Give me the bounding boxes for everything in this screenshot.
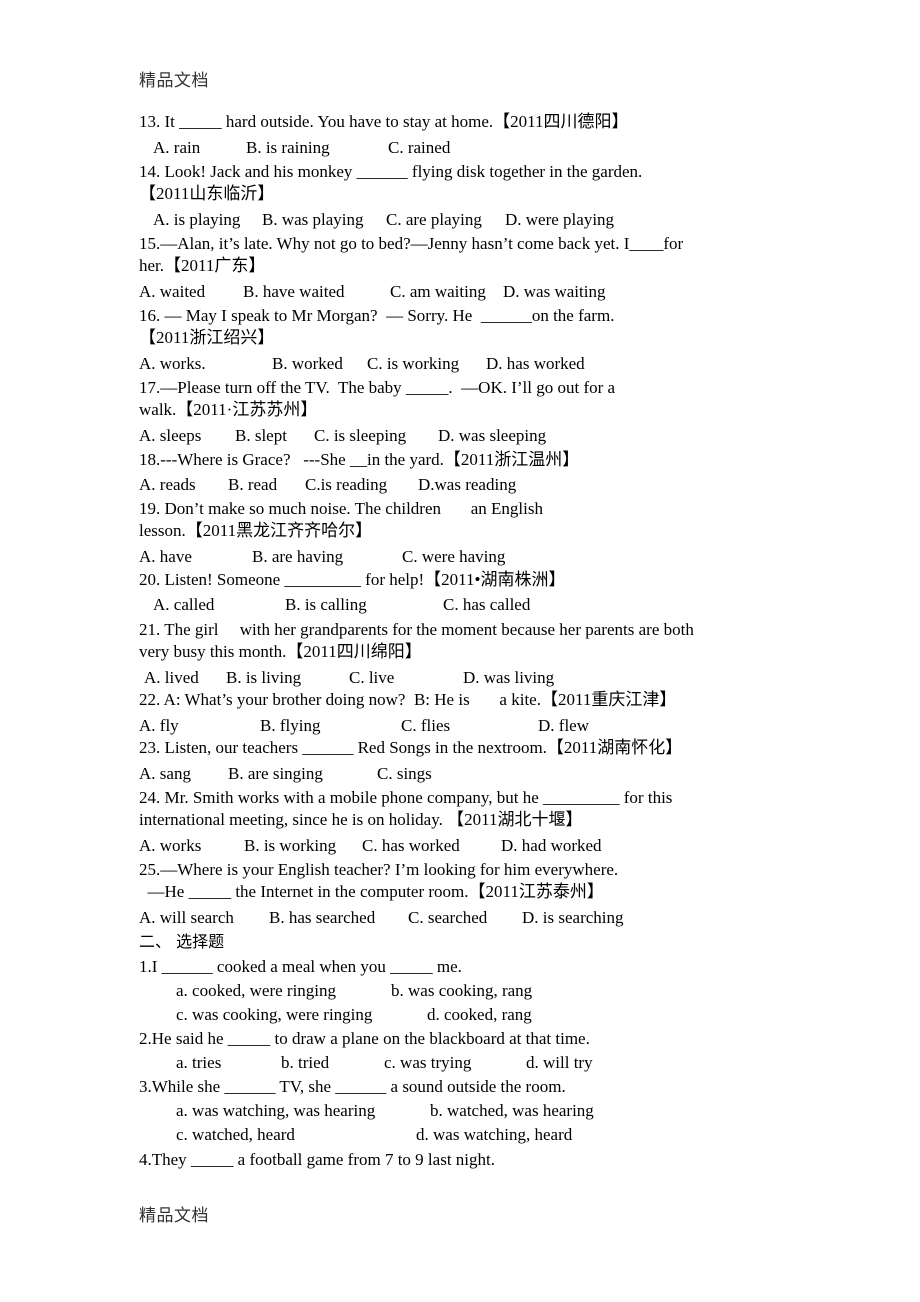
answer-option: A. called [153, 595, 215, 614]
answer-option: d. was watching, heard [416, 1125, 573, 1144]
answer-option: B. slept [235, 426, 287, 445]
question-stem: —He _____ the Internet in the computer r… [139, 882, 604, 901]
answer-option: A. fly [139, 716, 179, 735]
answer-option: C. am waiting [390, 282, 486, 301]
answer-option: A. waited [139, 282, 206, 301]
question-stem: 19. Don’t make so much noise. The childr… [139, 499, 543, 518]
section-title: 二、 选择题 [139, 932, 225, 951]
question-stem: 【2011浙江绍兴】 [139, 328, 275, 347]
answer-option: B. are singing [228, 764, 323, 783]
answer-option: A. have [139, 547, 192, 566]
question-stem: walk.【2011·江苏苏州】 [139, 400, 318, 419]
question-stem: lesson.【2011黑龙江齐齐哈尔】 [139, 521, 373, 540]
question-stem: 1.I ______ cooked a meal when you _____ … [139, 957, 462, 976]
question-stem: 2.He said he _____ to draw a plane on th… [139, 1029, 590, 1048]
answer-option: C. live [349, 668, 395, 687]
answer-option: D. had worked [501, 836, 602, 855]
answer-option: B. is calling [285, 595, 367, 614]
answer-option: B. flying [260, 716, 321, 735]
answer-option: d. will try [526, 1053, 593, 1072]
question-stem: very busy this month.【2011四川绵阳】 [139, 642, 422, 661]
question-stem: 15.—Alan, it’s late. Why not go to bed?—… [139, 234, 684, 253]
question-stem: 18.---Where is Grace? ---She __in the ya… [139, 450, 580, 469]
question-stem: 16. — May I speak to Mr Morgan? — Sorry.… [139, 306, 615, 325]
answer-option: c. watched, heard [176, 1125, 295, 1144]
answer-option: C.is reading [305, 475, 388, 494]
answer-option: D. flew [538, 716, 589, 735]
answer-option: B. is raining [246, 138, 330, 157]
answer-option: A. works. [139, 354, 206, 373]
answer-option: B. worked [272, 354, 343, 373]
answer-option: a. cooked, were ringing [176, 981, 337, 1000]
answer-option: C. is sleeping [314, 426, 407, 445]
answer-option: D. was waiting [503, 282, 606, 301]
question-stem: 17.—Please turn off the TV. The baby ___… [139, 378, 616, 397]
question-stem: 14. Look! Jack and his monkey ______ fly… [139, 162, 643, 181]
answer-option: C. has called [443, 595, 531, 614]
answer-option: D.was reading [418, 475, 517, 494]
question-stem: 23. Listen, our teachers ______ Red Song… [139, 738, 683, 757]
answer-option: C. rained [388, 138, 451, 157]
answer-option: C. were having [402, 547, 506, 566]
question-stem: 22. A: What’s your brother doing now? B:… [139, 690, 677, 709]
answer-option: D. was sleeping [438, 426, 547, 445]
answer-option: b. was cooking, rang [391, 981, 533, 1000]
answer-option: A. sleeps [139, 426, 202, 445]
answer-option: C. is working [367, 354, 460, 373]
answer-option: C. flies [401, 716, 451, 735]
answer-option: D. has worked [486, 354, 585, 373]
answer-option: C. searched [408, 908, 488, 927]
answer-option: B. are having [252, 547, 344, 566]
answer-option: A. will search [139, 908, 234, 927]
header-watermark: 精品文档 [139, 71, 209, 91]
answer-option: A. works [139, 836, 202, 855]
question-stem: 20. Listen! Someone _________ for help!【… [139, 570, 566, 589]
answer-option: C. are playing [386, 210, 482, 229]
answer-option: A. rain [153, 138, 201, 157]
question-stem: 24. Mr. Smith works with a mobile phone … [139, 788, 673, 807]
answer-option: A. is playing [153, 210, 241, 229]
answer-option: d. cooked, rang [427, 1005, 532, 1024]
answer-option: D. were playing [505, 210, 615, 229]
question-stem: 4.They _____ a football game from 7 to 9… [139, 1150, 495, 1169]
answer-option: C. sings [377, 764, 432, 783]
answer-option: c. was trying [384, 1053, 472, 1072]
question-stem: 【2011山东临沂】 [139, 184, 275, 203]
answer-option: B. was playing [262, 210, 364, 229]
answer-option: a. was watching, was hearing [176, 1101, 376, 1120]
answer-option: a. tries [176, 1053, 222, 1072]
answer-option: C. has worked [362, 836, 460, 855]
answer-option: A. lived [144, 668, 199, 687]
question-stem: international meeting, since he is on ho… [139, 810, 583, 829]
question-stem: her.【2011广东】 [139, 256, 266, 275]
answer-option: B. read [228, 475, 278, 494]
answer-option: D. is searching [522, 908, 624, 927]
footer-watermark: 精品文档 [139, 1206, 209, 1226]
answer-option: A. sang [139, 764, 191, 783]
answer-option: D. was living [463, 668, 555, 687]
answer-option: A. reads [139, 475, 196, 494]
question-stem: 13. It _____ hard outside. You have to s… [139, 112, 629, 131]
answer-option: B. has searched [269, 908, 376, 927]
answer-option: c. was cooking, were ringing [176, 1005, 373, 1024]
question-stem: 25.—Where is your English teacher? I’m l… [139, 860, 619, 879]
answer-option: B. is working [244, 836, 337, 855]
question-stem: 3.While she ______ TV, she ______ a soun… [139, 1077, 566, 1096]
answer-option: B. have waited [243, 282, 345, 301]
question-stem: 21. The girl with her grandparents for t… [139, 620, 694, 639]
answer-option: b. watched, was hearing [430, 1101, 594, 1120]
answer-option: b. tried [281, 1053, 330, 1072]
answer-option: B. is living [226, 668, 302, 687]
